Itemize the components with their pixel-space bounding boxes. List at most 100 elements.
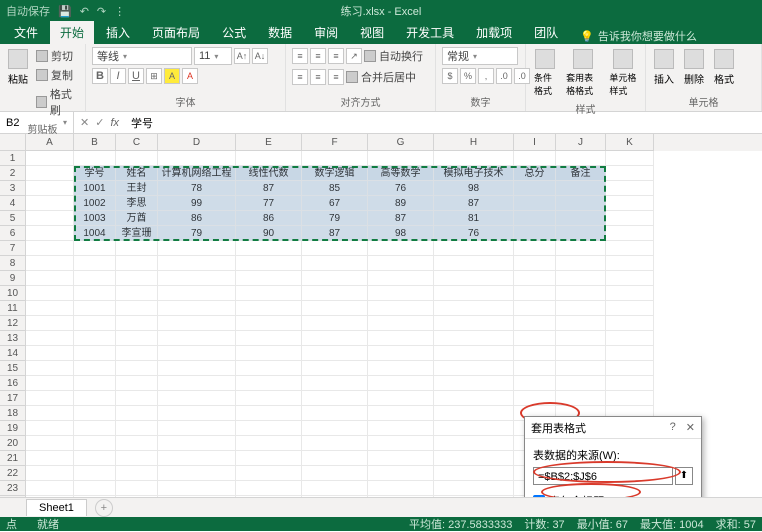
cell[interactable]: 王封 — [116, 181, 158, 196]
underline-button[interactable]: U — [128, 68, 144, 84]
bold-button[interactable]: B — [92, 68, 108, 84]
cell[interactable] — [368, 316, 434, 331]
cell[interactable]: 模拟电子技术 — [434, 166, 514, 181]
cell[interactable]: 67 — [302, 196, 368, 211]
col-header[interactable]: E — [236, 134, 302, 151]
cell[interactable] — [158, 271, 236, 286]
row-header[interactable]: 20 — [0, 436, 26, 451]
fill-color-button[interactable]: A — [164, 68, 180, 84]
row-header[interactable]: 22 — [0, 466, 26, 481]
col-header[interactable]: K — [606, 134, 654, 151]
dialog-titlebar[interactable]: 套用表格式 ?✕ — [525, 417, 701, 439]
insert-cells-button[interactable]: 插入 — [652, 47, 676, 88]
cell[interactable] — [368, 301, 434, 316]
cell[interactable] — [368, 256, 434, 271]
cell[interactable] — [606, 391, 654, 406]
cell[interactable] — [116, 241, 158, 256]
align-bot-icon[interactable]: ≡ — [328, 48, 344, 64]
align-center-icon[interactable]: ≡ — [310, 69, 326, 85]
cell[interactable] — [606, 286, 654, 301]
cell[interactable]: 86 — [236, 211, 302, 226]
cell[interactable] — [116, 436, 158, 451]
cell[interactable] — [26, 316, 74, 331]
cell[interactable] — [116, 256, 158, 271]
cell[interactable] — [434, 316, 514, 331]
select-all-corner[interactable] — [0, 134, 26, 151]
cell[interactable] — [302, 376, 368, 391]
cell[interactable] — [434, 241, 514, 256]
row-header[interactable]: 6 — [0, 226, 26, 241]
cell[interactable]: 90 — [236, 226, 302, 241]
cell[interactable] — [606, 271, 654, 286]
tab-开发工具[interactable]: 开发工具 — [396, 21, 464, 44]
format-as-table-button[interactable]: 套用表格格式 — [564, 47, 601, 99]
cell[interactable] — [116, 316, 158, 331]
cell[interactable] — [158, 391, 236, 406]
tab-开始[interactable]: 开始 — [50, 21, 94, 44]
row-header[interactable]: 1 — [0, 151, 26, 166]
cell[interactable] — [236, 346, 302, 361]
cell[interactable] — [368, 241, 434, 256]
cell[interactable] — [368, 391, 434, 406]
cell[interactable] — [606, 316, 654, 331]
border-button[interactable]: ⊞ — [146, 68, 162, 84]
cell[interactable] — [74, 301, 116, 316]
row-header[interactable]: 11 — [0, 301, 26, 316]
cell[interactable] — [158, 421, 236, 436]
cell[interactable] — [26, 196, 74, 211]
cell[interactable] — [302, 451, 368, 466]
row-header[interactable]: 23 — [0, 481, 26, 496]
cell[interactable] — [368, 376, 434, 391]
cell[interactable] — [514, 316, 556, 331]
cell[interactable] — [26, 151, 74, 166]
cell[interactable]: 81 — [434, 211, 514, 226]
cell[interactable] — [116, 301, 158, 316]
cell[interactable] — [158, 286, 236, 301]
cell[interactable] — [368, 481, 434, 496]
cell[interactable]: 76 — [368, 181, 434, 196]
cell[interactable] — [606, 166, 654, 181]
cell[interactable]: 99 — [158, 196, 236, 211]
cell[interactable] — [302, 481, 368, 496]
cell[interactable] — [158, 406, 236, 421]
tab-加载项[interactable]: 加载项 — [466, 21, 522, 44]
cell[interactable] — [236, 376, 302, 391]
cell[interactable] — [434, 346, 514, 361]
cell[interactable] — [74, 436, 116, 451]
font-size-combo[interactable]: 11▾ — [194, 47, 232, 65]
row-header[interactable]: 5 — [0, 211, 26, 226]
cell[interactable] — [302, 436, 368, 451]
cell[interactable] — [158, 301, 236, 316]
cell[interactable] — [302, 346, 368, 361]
cell[interactable] — [368, 331, 434, 346]
cell[interactable] — [158, 241, 236, 256]
italic-button[interactable]: I — [110, 68, 126, 84]
cell[interactable] — [514, 211, 556, 226]
cell[interactable] — [368, 451, 434, 466]
row-header[interactable]: 4 — [0, 196, 26, 211]
source-input[interactable]: =$B$2:$J$6 — [533, 467, 673, 485]
cell[interactable]: 数字逻辑 — [302, 166, 368, 181]
cell[interactable] — [236, 406, 302, 421]
cell[interactable] — [74, 466, 116, 481]
cell[interactable] — [116, 376, 158, 391]
cell[interactable] — [26, 481, 74, 496]
cell[interactable] — [434, 286, 514, 301]
col-header[interactable]: A — [26, 134, 74, 151]
cell[interactable] — [606, 301, 654, 316]
cell[interactable] — [26, 451, 74, 466]
cell[interactable]: 1002 — [74, 196, 116, 211]
cell[interactable] — [74, 406, 116, 421]
row-header[interactable]: 10 — [0, 286, 26, 301]
cell[interactable] — [514, 181, 556, 196]
cell[interactable] — [368, 151, 434, 166]
row-header[interactable]: 12 — [0, 316, 26, 331]
cell[interactable]: 86 — [158, 211, 236, 226]
cell[interactable] — [74, 391, 116, 406]
cell[interactable] — [606, 196, 654, 211]
cell[interactable] — [26, 166, 74, 181]
cell[interactable] — [158, 481, 236, 496]
cell[interactable] — [26, 211, 74, 226]
cell[interactable] — [302, 406, 368, 421]
cell[interactable] — [434, 391, 514, 406]
